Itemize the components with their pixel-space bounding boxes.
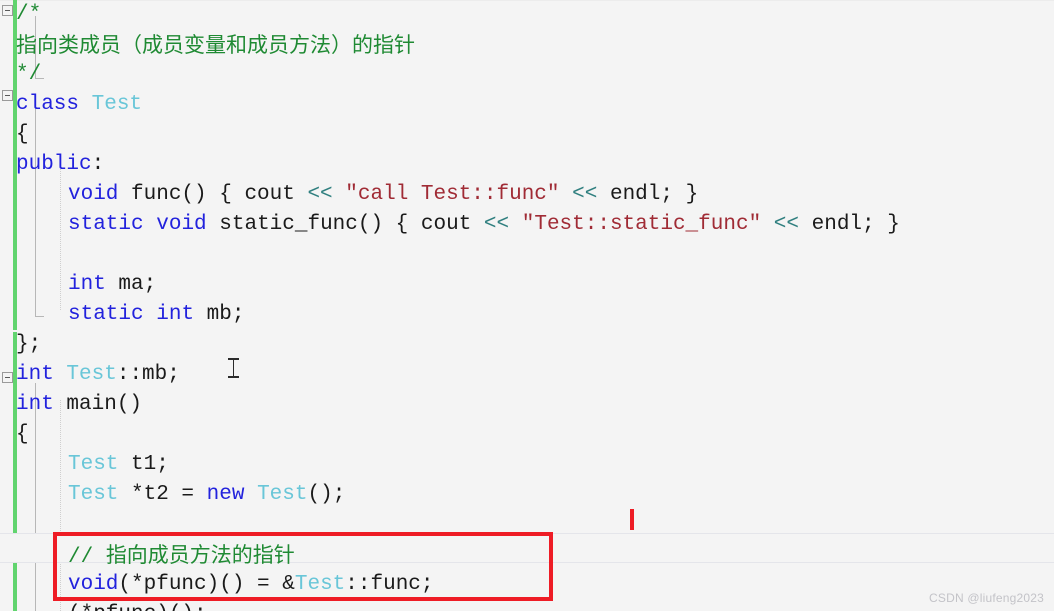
- code-line[interactable]: /*: [16, 0, 41, 30]
- code-line[interactable]: Test t1;: [68, 450, 169, 480]
- code-token: Test: [257, 483, 308, 506]
- code-token: static_func() { cout: [206, 213, 484, 236]
- code-token: endl; }: [799, 213, 900, 236]
- indent-guide-main-body: [60, 400, 62, 611]
- outline-collapse-box-main[interactable]: [2, 372, 13, 383]
- code-token: Test: [91, 93, 143, 116]
- code-token: */: [16, 63, 42, 86]
- code-line[interactable]: (*pfunc)();: [68, 600, 207, 611]
- code-line[interactable]: int ma;: [68, 270, 156, 300]
- editor-top-edge: [0, 0, 1054, 1]
- code-line[interactable]: static int mb;: [68, 300, 244, 330]
- red-text-caret: [630, 509, 634, 530]
- code-line[interactable]: public:: [16, 150, 104, 180]
- code-token: int: [68, 273, 106, 296]
- code-token: <<: [483, 213, 510, 236]
- code-line[interactable]: Test *t2 = new Test();: [68, 480, 345, 510]
- code-token: Test: [294, 573, 346, 596]
- code-token: public: [16, 153, 92, 176]
- code-line[interactable]: */: [16, 60, 41, 90]
- code-line[interactable]: int Test::mb;: [16, 360, 180, 390]
- code-line[interactable]: 指向类成员（成员变量和成员方法）的指针: [16, 30, 415, 60]
- code-token: 指向成员方法的指针: [105, 543, 295, 567]
- code-token: *t2 =: [118, 483, 207, 506]
- code-token: "call Test::func": [345, 183, 560, 206]
- code-token: /*: [16, 3, 42, 26]
- code-token: func() { cout: [118, 183, 308, 206]
- code-token: void: [68, 573, 119, 596]
- code-line[interactable]: {: [16, 120, 29, 150]
- code-token: class: [16, 93, 80, 116]
- code-token: Test: [68, 453, 119, 476]
- outline-collapse-box-comment[interactable]: [2, 5, 13, 16]
- code-token: (*pfunc)();: [68, 603, 207, 611]
- code-token: 指向类成员（成员变量和成员方法）的指针: [16, 33, 415, 57]
- outline-guide-class: [35, 101, 36, 316]
- code-token: mb;: [194, 303, 245, 326]
- code-line[interactable]: class Test: [16, 90, 142, 120]
- code-token: void: [156, 213, 207, 236]
- code-token: endl; }: [597, 183, 699, 206]
- code-token: ::func;: [345, 573, 434, 596]
- code-editor-surface[interactable]: /* 指向类成员（成员变量和成员方法）的指针 */ class Test { public…: [0, 0, 1054, 611]
- code-token: static: [68, 303, 144, 326]
- code-token: ();: [307, 483, 346, 506]
- code-token: };: [16, 333, 42, 356]
- code-token: int: [16, 393, 54, 416]
- code-line[interactable]: void(*pfunc)() = &Test::func;: [68, 570, 434, 600]
- code-token: "Test::static_func": [521, 213, 762, 236]
- code-line[interactable]: int main(): [16, 390, 142, 420]
- code-line[interactable]: static void static_func() { cout << "Tes…: [68, 210, 900, 240]
- code-token: int: [16, 363, 54, 386]
- text-ibeam-cursor: [228, 357, 239, 379]
- code-token: Test: [66, 363, 117, 386]
- code-token: <<: [773, 213, 800, 236]
- code-token: Test: [68, 483, 119, 506]
- outline-collapse-box-class[interactable]: [2, 90, 13, 101]
- code-token: main(): [53, 393, 143, 416]
- code-token: //: [68, 546, 106, 569]
- code-token: <<: [572, 183, 598, 206]
- code-token: ::mb;: [116, 363, 180, 386]
- code-token: static: [68, 213, 144, 236]
- code-line[interactable]: // 指向成员方法的指针: [68, 540, 295, 570]
- ibeam-stem: [233, 359, 234, 377]
- code-token: int: [156, 303, 195, 326]
- code-token: <<: [307, 183, 333, 206]
- code-token: new: [206, 483, 245, 506]
- code-line[interactable]: void func() { cout << "call Test::func" …: [68, 180, 698, 210]
- ibeam-cap-bottom: [228, 376, 239, 378]
- indent-guide-class-body: [60, 160, 62, 310]
- code-token: t1;: [118, 453, 169, 476]
- watermark-text: CSDN @liufeng2023: [929, 591, 1044, 605]
- code-token: {: [16, 423, 29, 446]
- code-token: :: [91, 153, 105, 176]
- code-token: ma;: [105, 273, 157, 296]
- code-line[interactable]: {: [16, 420, 29, 450]
- code-token: {: [16, 123, 29, 146]
- code-token: (*pfunc)() = &: [118, 573, 295, 596]
- outline-guide-class-foot: [35, 316, 44, 317]
- code-token: void: [68, 183, 119, 206]
- code-line[interactable]: };: [16, 330, 41, 360]
